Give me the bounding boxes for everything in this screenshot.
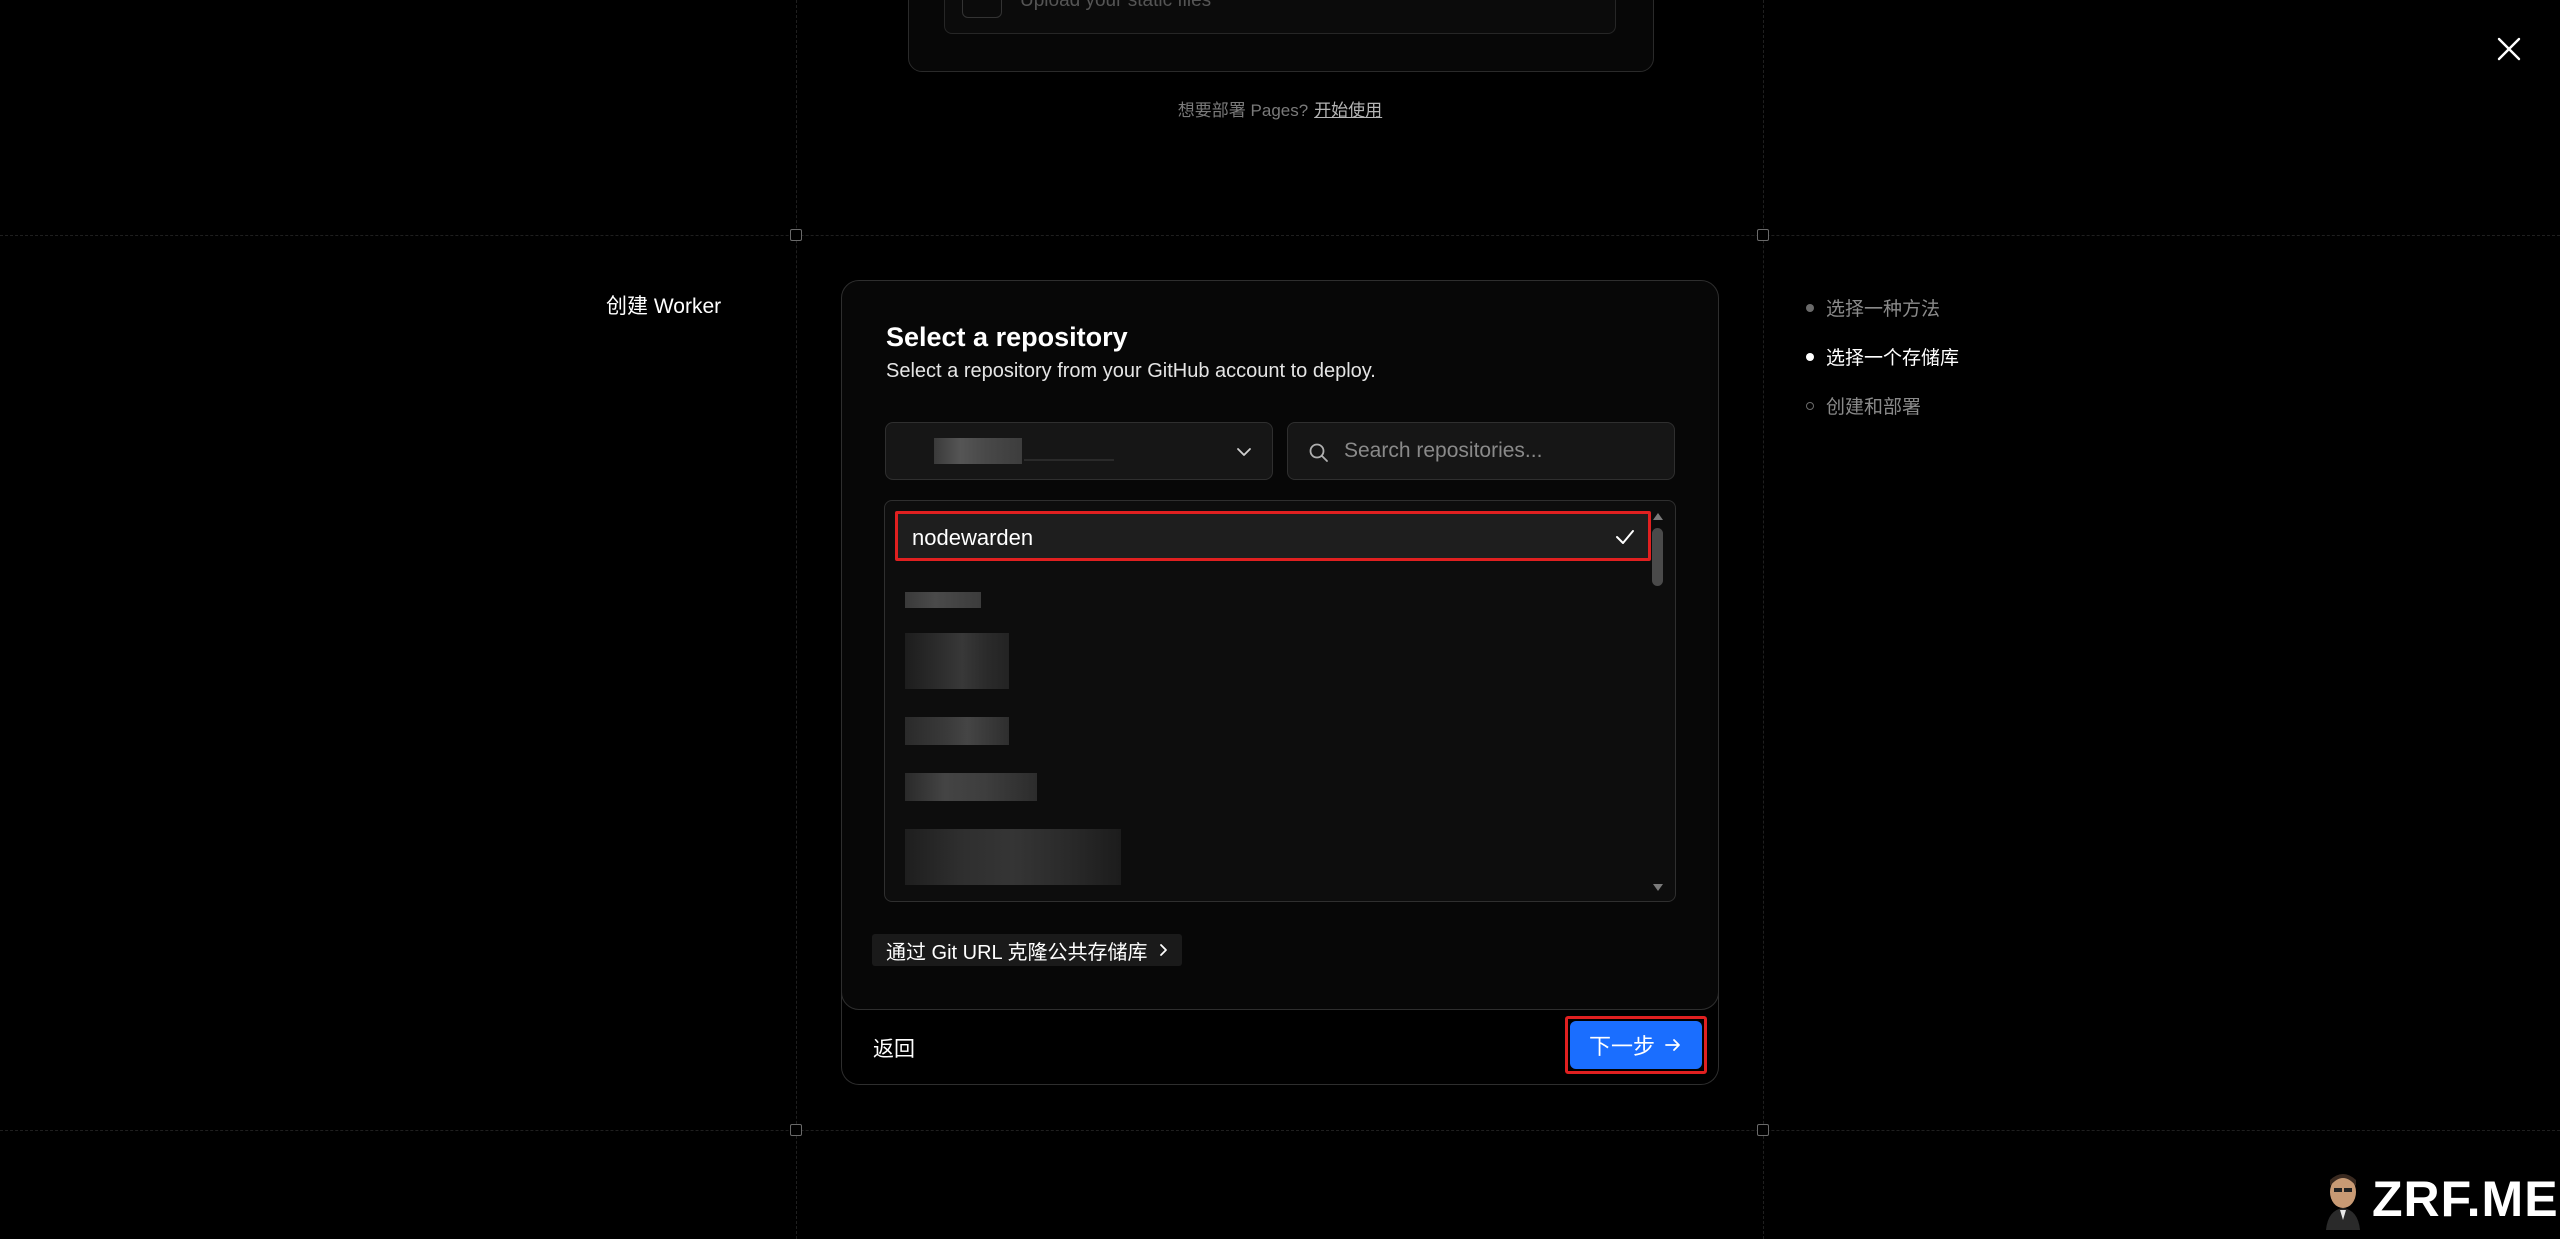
corner-marker: [790, 229, 802, 241]
chevron-down-icon: [1237, 448, 1251, 456]
close-button[interactable]: [2494, 34, 2524, 64]
corner-marker: [1757, 229, 1769, 241]
arrow-right-icon: [1665, 1039, 1680, 1051]
upload-option-label: Upload your static files: [1020, 0, 1212, 11]
repository-list: nodewarden: [884, 500, 1676, 902]
close-icon: [2497, 37, 2521, 61]
watermark: ZRF.ME: [2322, 1168, 2559, 1230]
corner-marker: [1757, 1124, 1769, 1136]
repo-item-redacted[interactable]: [905, 592, 981, 608]
search-icon: [1309, 443, 1328, 462]
git-url-link-label: 通过 Git URL 克隆公共存储库: [886, 941, 1148, 964]
repo-item-selected[interactable]: nodewarden: [895, 511, 1651, 561]
step-create-deploy: 创建和部署: [1806, 392, 1921, 419]
back-button[interactable]: 返回: [873, 1033, 915, 1063]
account-underline: [1024, 459, 1114, 461]
account-name-redacted: [934, 438, 1022, 464]
next-button-label: 下一步: [1588, 1034, 1655, 1059]
check-icon: [1616, 530, 1634, 544]
pages-hint-text: 想要部署 Pages?: [1177, 101, 1309, 120]
step-label: 创建和部署: [1826, 397, 1922, 418]
step-choose-repository: 选择一个存储库: [1806, 343, 1959, 370]
avatar-icon: [2326, 1174, 2360, 1230]
panel-subtitle: Select a repository from your GitHub acc…: [886, 360, 1376, 382]
search-field: [1287, 422, 1675, 480]
step-choose-method: 选择一种方法: [1806, 294, 1940, 321]
scrollbar-thumb[interactable]: [1652, 528, 1663, 586]
step-dot-icon: [1806, 303, 1814, 312]
search-input[interactable]: [1344, 423, 1664, 479]
next-button[interactable]: 下一步: [1570, 1021, 1702, 1069]
repo-item-redacted[interactable]: [905, 717, 1009, 745]
step-dot-icon: [1806, 352, 1814, 361]
guide-line: [1763, 0, 1764, 1239]
chevron-right-icon: [1159, 944, 1167, 956]
step-label: 选择一种方法: [1826, 299, 1941, 320]
git-url-link[interactable]: 通过 Git URL 克隆公共存储库: [872, 934, 1182, 966]
corner-marker: [790, 1124, 802, 1136]
pages-hint: 想要部署 Pages? 开始使用: [0, 96, 2560, 121]
guide-line: [796, 0, 797, 1239]
step-label: 选择一个存储库: [1826, 348, 1960, 369]
watermark-text: ZRF.ME: [2372, 1171, 2559, 1227]
upload-icon: [962, 0, 1002, 18]
app-root: Upload your static files 想要部署 Pages? 开始使用…: [0, 0, 2560, 1239]
account-select[interactable]: [885, 422, 1273, 480]
repo-item-redacted[interactable]: [905, 829, 1121, 885]
repo-name: nodewarden: [912, 525, 1034, 550]
repo-item-redacted[interactable]: [905, 633, 1009, 689]
guide-line: [0, 235, 2560, 236]
page-title: 创建 Worker: [606, 295, 722, 318]
panel-title: Select a repository: [886, 322, 1128, 352]
guide-line: [0, 1130, 2560, 1131]
pages-start-link[interactable]: 开始使用: [1314, 101, 1382, 120]
repo-item-redacted[interactable]: [905, 773, 1037, 801]
step-dot-icon: [1806, 401, 1814, 410]
